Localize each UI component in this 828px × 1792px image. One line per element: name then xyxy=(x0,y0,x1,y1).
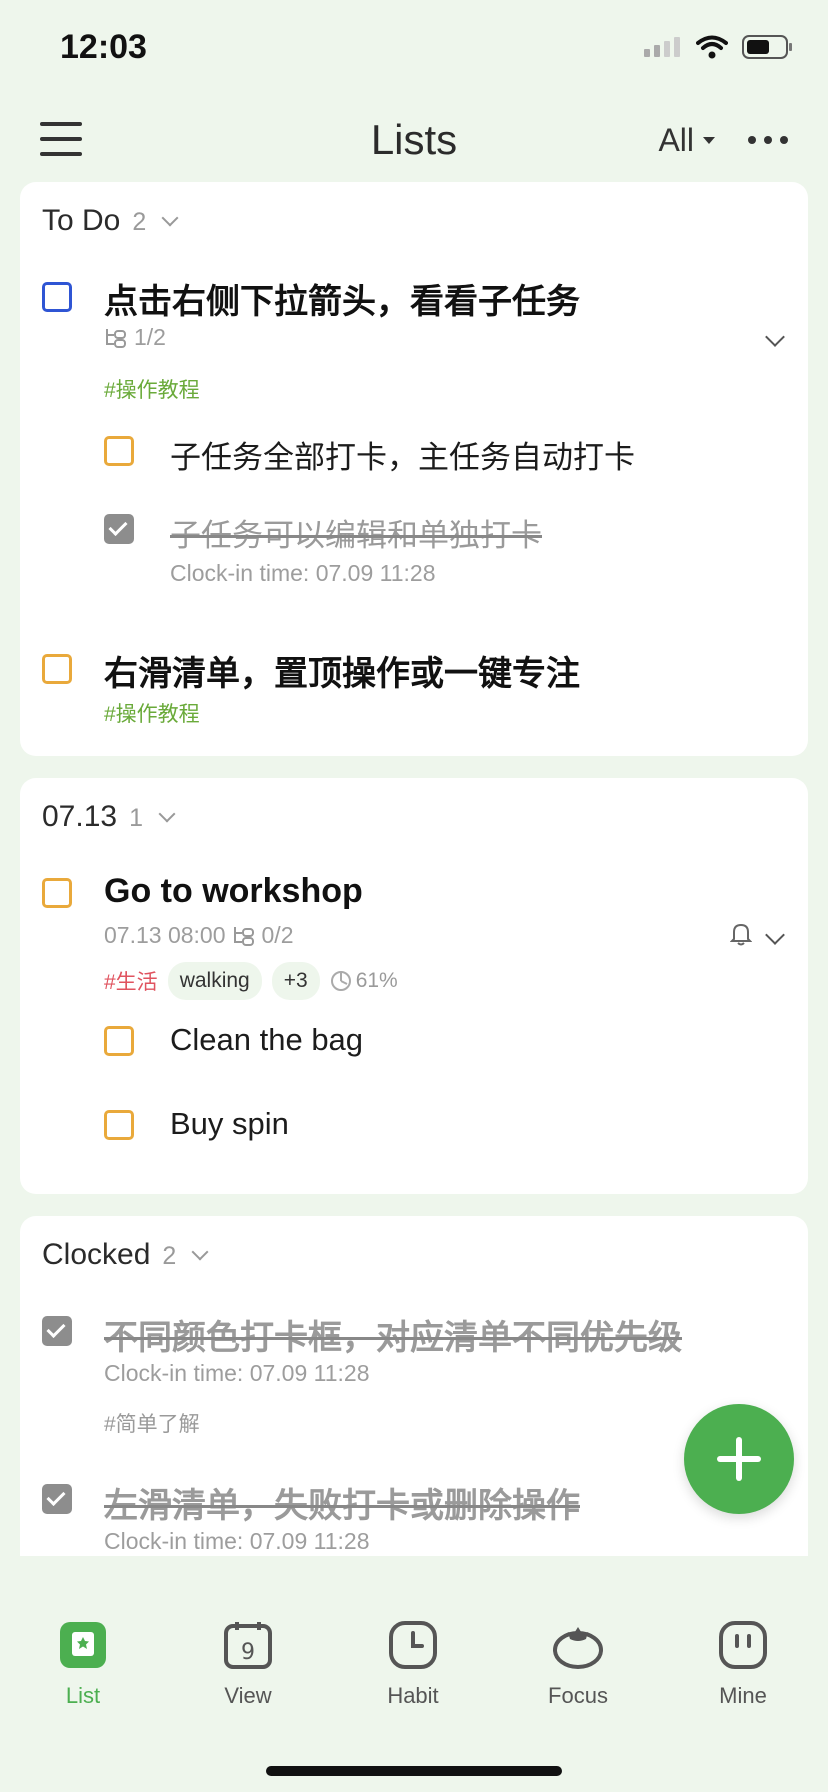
list-icon xyxy=(60,1622,106,1668)
subtask-checkbox[interactable] xyxy=(104,1110,134,1140)
task-datetime: 07.13 08:00 xyxy=(104,922,226,948)
tomato-icon xyxy=(553,1627,603,1669)
task-tag[interactable]: #操作教程 xyxy=(104,374,200,404)
tab-label: View xyxy=(224,1683,272,1708)
tags-row: #生活 walking +3 61% xyxy=(104,962,398,1000)
more-options-icon[interactable] xyxy=(748,136,788,144)
label-pill[interactable]: walking xyxy=(167,962,262,1000)
task-title: 点击右侧下拉箭头，看看子任务 xyxy=(104,283,580,321)
cellular-signal-icon xyxy=(644,37,680,57)
task-item[interactable]: Go to workshop 07.13 08:00 0/2 #生活 walki… xyxy=(20,872,808,1176)
status-bar: 12:03 xyxy=(0,0,828,100)
face-icon xyxy=(719,1621,767,1669)
checkbox-checked[interactable] xyxy=(42,1484,72,1514)
section-title: To Do xyxy=(42,204,121,237)
progress-ring-icon xyxy=(330,971,351,991)
clock-in-time: Clock-in time: 07.09 11:28 xyxy=(104,1360,370,1386)
subtask-checkbox[interactable] xyxy=(104,436,134,466)
task-title: 不同颜色打卡框，对应清单不同优先级 xyxy=(104,1319,682,1357)
wifi-icon xyxy=(696,35,728,59)
task-meta: 1/2 xyxy=(104,324,166,351)
tab-mine[interactable]: Mine xyxy=(683,1620,803,1709)
tab-focus[interactable]: Focus xyxy=(518,1620,638,1709)
section-todo: To Do 2 点击右侧下拉箭头，看看子任务 1/2 #操作教程 子任务全部打卡… xyxy=(20,182,808,756)
subtask-title[interactable]: Clean the bag xyxy=(170,1022,363,1058)
chevron-down-icon xyxy=(191,1243,209,1261)
home-indicator xyxy=(266,1766,562,1776)
task-tag[interactable]: #生活 xyxy=(104,966,158,996)
task-item[interactable]: 右滑清单，置顶操作或一键专注 #操作教程 xyxy=(20,650,808,740)
filter-label: All xyxy=(658,122,694,158)
tab-view[interactable]: 9 View xyxy=(188,1620,308,1709)
subtask-progress: 1/2 xyxy=(134,324,166,350)
tab-label: Mine xyxy=(719,1683,767,1708)
task-meta: 07.13 08:00 0/2 xyxy=(104,922,294,949)
status-icons xyxy=(644,34,794,60)
chevron-down-icon xyxy=(158,805,176,823)
tab-habit[interactable]: Habit xyxy=(353,1620,473,1709)
progress-indicator: 61% xyxy=(330,969,398,993)
battery-icon xyxy=(742,35,792,59)
task-title: Go to workshop xyxy=(104,872,363,910)
section-header-todo[interactable]: To Do 2 xyxy=(42,204,179,238)
section-date: 07.13 1 Go to workshop 07.13 08:00 0/2 #… xyxy=(20,778,808,1194)
app-header: Lists All xyxy=(0,100,828,184)
section-title: 07.13 xyxy=(42,800,118,833)
tab-label: Focus xyxy=(548,1683,608,1708)
section-header-clocked[interactable]: Clocked 2 xyxy=(42,1238,209,1272)
subtask-icon xyxy=(233,926,254,946)
subtask-icon xyxy=(106,328,126,348)
more-labels-pill[interactable]: +3 xyxy=(271,962,320,1000)
clock-in-time: Clock-in time: 07.09 11:28 xyxy=(104,1528,370,1554)
bell-icon xyxy=(730,923,752,946)
checkbox[interactable] xyxy=(42,878,72,908)
progress-value: 61% xyxy=(355,969,398,992)
section-count: 1 xyxy=(129,804,143,832)
task-tag[interactable]: #简单了解 xyxy=(104,1408,200,1438)
task-tag[interactable]: #操作教程 xyxy=(104,698,200,728)
calendar-icon: 9 xyxy=(224,1622,272,1669)
section-count: 2 xyxy=(162,1242,177,1270)
status-time: 12:03 xyxy=(60,28,147,66)
subtask-checkbox[interactable] xyxy=(104,1026,134,1056)
expand-chevron-icon[interactable] xyxy=(765,327,785,347)
tab-list[interactable]: List xyxy=(23,1620,143,1709)
chevron-down-icon xyxy=(161,209,179,227)
clock-in-time: Clock-in time: 07.09 11:28 xyxy=(170,560,436,586)
subtask-checkbox-checked[interactable] xyxy=(104,514,134,544)
section-count: 2 xyxy=(132,208,147,236)
tab-bar: List 9 View Habit Focus Mine xyxy=(0,1620,828,1730)
task-item[interactable]: 点击右侧下拉箭头，看看子任务 1/2 #操作教程 子任务全部打卡，主任务自动打卡… xyxy=(20,278,808,586)
subtask-progress: 0/2 xyxy=(261,922,294,948)
calendar-date-badge: 9 xyxy=(241,1640,255,1665)
subtask-title[interactable]: 子任务全部打卡，主任务自动打卡 xyxy=(170,432,635,477)
filter-dropdown[interactable]: All xyxy=(658,122,716,159)
task-title: 左滑清单，失败打卡或删除操作 xyxy=(104,1487,580,1525)
checkbox[interactable] xyxy=(42,282,72,312)
task-item[interactable]: 左滑清单，失败打卡或删除操作 Clock-in time: 07.09 11:2… xyxy=(20,1484,808,1556)
clock-icon xyxy=(389,1621,437,1669)
add-task-button[interactable] xyxy=(684,1404,794,1514)
tab-label: Habit xyxy=(387,1683,439,1708)
subtask-title[interactable]: 子任务可以编辑和单独打卡 xyxy=(170,510,542,555)
checkbox[interactable] xyxy=(42,654,72,684)
section-header-date[interactable]: 07.13 1 xyxy=(42,800,176,834)
tab-label: List xyxy=(65,1683,101,1708)
section-title: Clocked xyxy=(42,1238,151,1271)
subtask-title[interactable]: Buy spin xyxy=(170,1106,289,1142)
checkbox-checked[interactable] xyxy=(42,1316,72,1346)
task-title: 右滑清单，置顶操作或一键专注 xyxy=(104,655,580,693)
section-clocked: Clocked 2 不同颜色打卡框，对应清单不同优先级 Clock-in tim… xyxy=(20,1216,808,1556)
caret-down-icon xyxy=(703,136,715,144)
expand-chevron-icon[interactable] xyxy=(765,925,785,945)
